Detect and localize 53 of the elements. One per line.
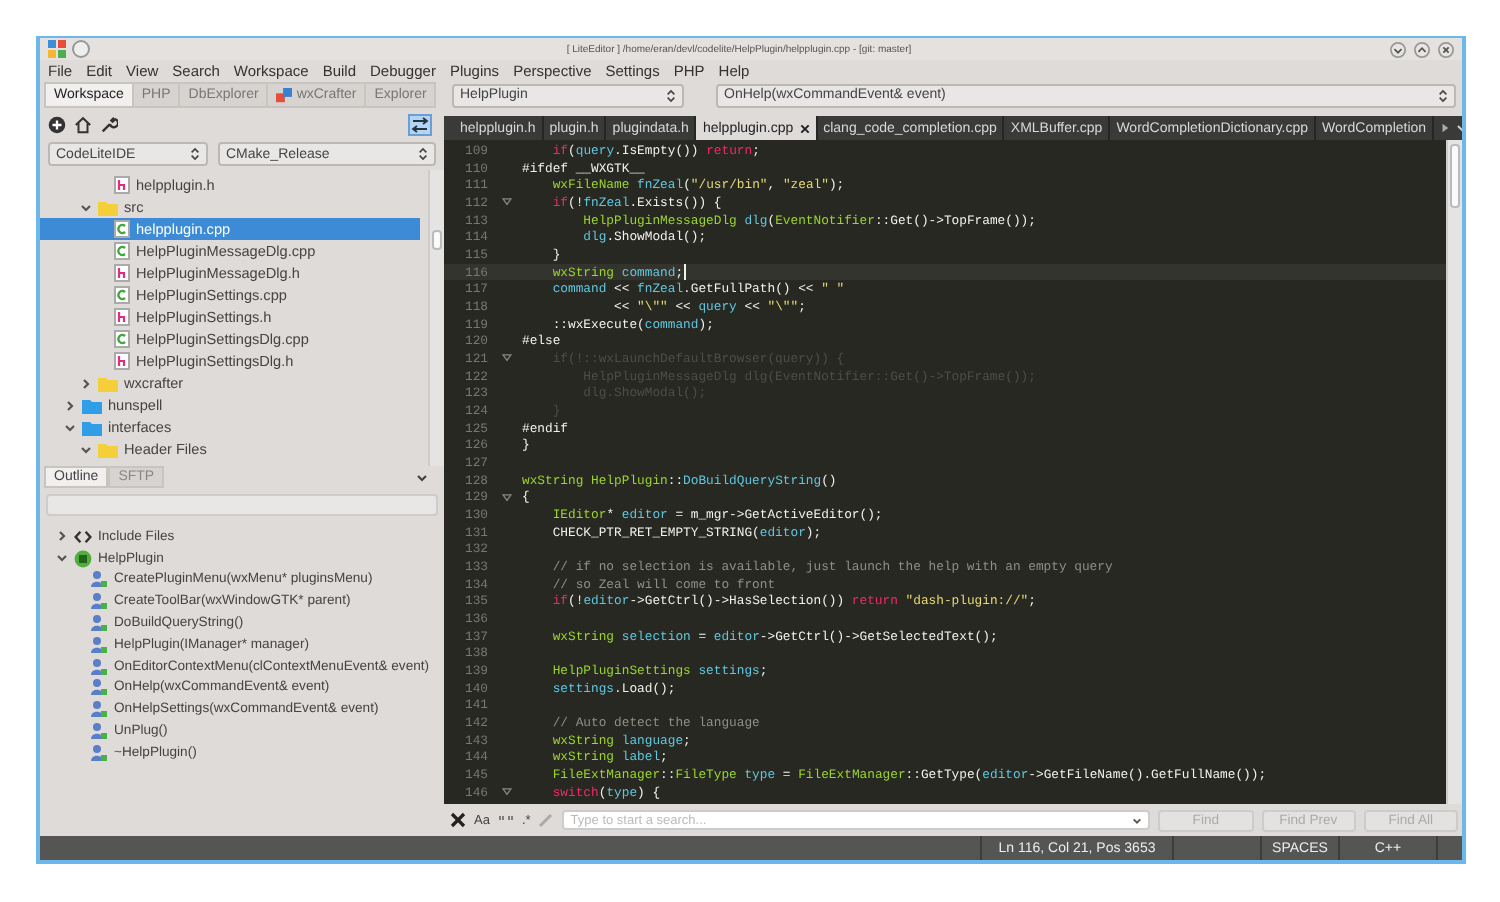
- close-icon[interactable]: [1438, 41, 1454, 57]
- caret-icon[interactable]: [1132, 816, 1143, 826]
- method-icon: [90, 614, 108, 633]
- fold-marker-icon[interactable]: [502, 788, 512, 797]
- app-icon: [48, 40, 66, 58]
- caret-icon[interactable]: [416, 471, 428, 483]
- quotes-icon[interactable]: [497, 814, 514, 826]
- scrollbar[interactable]: [428, 170, 444, 466]
- chevron-down-icon[interactable]: [80, 201, 92, 213]
- updown-arrow-icon: [666, 87, 676, 103]
- fold-marker-icon[interactable]: [502, 198, 512, 207]
- maximize-icon[interactable]: [1414, 41, 1430, 57]
- minimize-icon[interactable]: [1390, 41, 1406, 57]
- text-cursor: [683, 264, 686, 281]
- header-file-icon: [114, 176, 130, 194]
- chevron-right-icon[interactable]: [80, 377, 92, 389]
- source-file-icon: [114, 220, 130, 238]
- wrench-icon[interactable]: [100, 116, 118, 134]
- code-brackets-icon: [74, 529, 92, 544]
- header-file-icon: [114, 264, 130, 282]
- chevron-right-icon[interactable]: [56, 530, 68, 543]
- source-file-icon: [114, 286, 130, 304]
- chevron-down-icon[interactable]: [64, 421, 76, 433]
- fold-marker-icon[interactable]: [502, 354, 512, 363]
- close-icon[interactable]: [450, 812, 466, 828]
- chevron-down-icon[interactable]: [80, 443, 92, 455]
- home-icon[interactable]: [74, 116, 92, 134]
- header-file-icon: [114, 352, 130, 370]
- method-icon: [90, 678, 108, 697]
- updown-arrow-icon: [418, 146, 428, 162]
- plus-circle-icon[interactable]: [48, 116, 66, 134]
- method-icon: [90, 657, 108, 676]
- updown-arrow-icon: [1438, 87, 1448, 103]
- close-icon[interactable]: [799, 123, 810, 133]
- method-icon: [90, 722, 108, 741]
- scroll-right-icon[interactable]: [1440, 122, 1451, 134]
- source-file-icon: [114, 242, 130, 260]
- swap-arrows-icon[interactable]: [408, 114, 432, 136]
- fold-marker-icon[interactable]: [502, 493, 512, 502]
- chevron-right-icon[interactable]: [64, 399, 76, 411]
- scrollbar[interactable]: [1446, 140, 1462, 804]
- method-icon: [90, 592, 108, 611]
- method-icon: [90, 700, 108, 719]
- method-icon: [90, 743, 108, 762]
- chevron-down-icon[interactable]: [56, 552, 68, 565]
- source-file-icon: [114, 330, 130, 348]
- updown-arrow-icon: [190, 146, 200, 162]
- method-icon: [90, 635, 108, 654]
- outline-filter-field[interactable]: [46, 494, 438, 516]
- class-icon: [74, 549, 92, 568]
- header-file-icon: [114, 308, 130, 326]
- method-icon: [90, 570, 108, 589]
- puzzle-icon: [276, 87, 293, 103]
